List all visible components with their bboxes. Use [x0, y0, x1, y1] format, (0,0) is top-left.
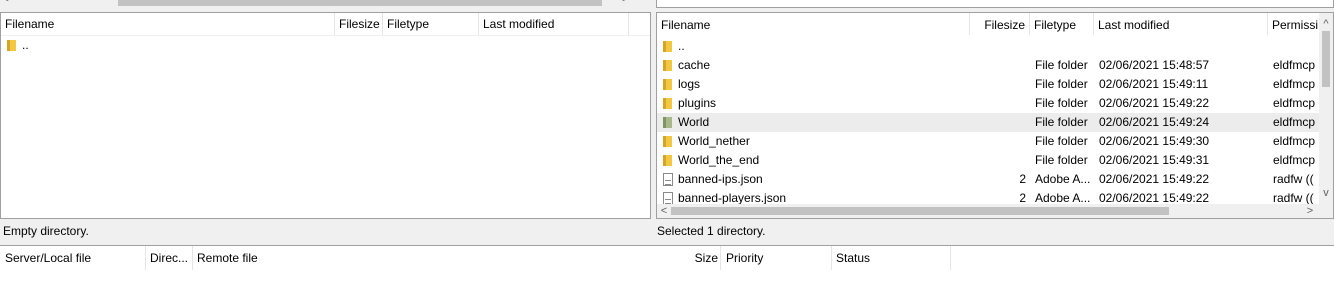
- file-permissions: eldfmcp: [1273, 77, 1316, 91]
- file-type: File folder: [1035, 134, 1088, 148]
- local-col-filetype[interactable]: Filetype: [383, 13, 479, 35]
- scroll-up-arrow-icon[interactable]: ^: [1319, 17, 1333, 31]
- folder-icon: [663, 60, 672, 71]
- local-col-filename[interactable]: Filename: [1, 13, 335, 35]
- folder-icon: [663, 41, 672, 52]
- file-modified: 02/06/2021 15:49:22: [1099, 96, 1210, 110]
- scroll-left-arrow-icon[interactable]: <: [3, 0, 9, 5]
- list-item[interactable]: cache File folder 02/06/2021 15:48:57 el…: [657, 56, 1319, 75]
- list-item[interactable]: banned-ips.json 2 Adobe A... 02/06/2021 …: [657, 170, 1319, 189]
- scrollbar-thumb[interactable]: [1322, 31, 1330, 87]
- scroll-down-arrow-icon[interactable]: v: [1319, 186, 1333, 200]
- local-tree-horizontal-scrollbar[interactable]: < >: [0, 0, 640, 8]
- remote-horizontal-scrollbar[interactable]: < >: [657, 204, 1319, 218]
- file-permissions: eldfmcp: [1273, 58, 1316, 72]
- file-name: ..: [22, 38, 29, 52]
- file-type: File folder: [1035, 77, 1088, 91]
- remote-col-filesize[interactable]: Filesize: [970, 13, 1030, 35]
- folder-icon: [663, 79, 672, 90]
- file-type: File folder: [1035, 58, 1088, 72]
- file-permissions: radfw ((: [1273, 172, 1314, 186]
- file-type: File folder: [1035, 96, 1088, 110]
- local-file-list[interactable]: Filename Filesize Filetype Last modified…: [0, 12, 651, 219]
- file-name: banned-ips.json: [678, 172, 763, 186]
- file-permissions: eldfmcp: [1273, 96, 1316, 110]
- remote-tree-bottom-edge: [656, 0, 1334, 8]
- file-modified: 02/06/2021 15:48:57: [1099, 58, 1210, 72]
- remote-vertical-scrollbar[interactable]: ^ v: [1319, 13, 1333, 204]
- local-col-filesize[interactable]: Filesize: [335, 13, 383, 35]
- file-permissions: eldfmcp: [1273, 115, 1316, 129]
- sort-indicator-icon: ^: [795, 12, 800, 19]
- transfer-queue[interactable]: Server/Local file Direc... Remote file S…: [0, 245, 1334, 284]
- remote-status-bar: Selected 1 directory.: [654, 219, 1334, 243]
- scrollbar-thumb[interactable]: [671, 207, 1169, 215]
- file-type: File folder: [1035, 115, 1088, 129]
- list-item[interactable]: World_nether File folder 02/06/2021 15:4…: [657, 132, 1319, 151]
- file-name: ..: [678, 39, 685, 53]
- scrollbar-thumb[interactable]: [118, 0, 602, 6]
- queue-col-size[interactable]: Size: [680, 246, 722, 270]
- file-permissions: eldfmcp: [1273, 134, 1316, 148]
- scroll-right-arrow-icon[interactable]: >: [622, 0, 628, 5]
- queue-col-direction[interactable]: Direc...: [146, 246, 193, 270]
- scrollbar-corner: [1319, 204, 1333, 218]
- queue-header: Server/Local file Direc... Remote file S…: [0, 246, 1334, 270]
- queue-col-server-local-file[interactable]: Server/Local file: [0, 246, 146, 270]
- sort-indicator-icon: ^: [549, 12, 554, 18]
- remote-list-header: Filename ^ Filesize Filetype Last modifi…: [657, 13, 1319, 36]
- list-item-selected[interactable]: World File folder 02/06/2021 15:49:24 el…: [657, 113, 1319, 132]
- remote-file-list[interactable]: Filename ^ Filesize Filetype Last modifi…: [656, 12, 1334, 219]
- queue-col-remote-file[interactable]: Remote file: [193, 246, 721, 270]
- list-item[interactable]: World_the_end File folder 02/06/2021 15:…: [657, 151, 1319, 170]
- file-name: plugins: [678, 96, 717, 110]
- file-name: logs: [678, 77, 701, 91]
- file-name: World_the_end: [678, 153, 760, 167]
- file-modified: 02/06/2021 15:49:30: [1099, 134, 1210, 148]
- file-name: World: [678, 115, 710, 129]
- list-item[interactable]: ..: [657, 37, 1319, 56]
- file-permissions: eldfmcp: [1273, 153, 1316, 167]
- remote-col-filename[interactable]: Filename: [657, 13, 970, 35]
- scroll-right-arrow-icon[interactable]: >: [1303, 204, 1317, 218]
- queue-col-status[interactable]: Status: [832, 246, 951, 270]
- file-name: World_nether: [678, 134, 750, 148]
- folder-icon: [663, 98, 672, 109]
- folder-icon: [663, 117, 672, 128]
- remote-col-last-modified[interactable]: Last modified: [1094, 13, 1268, 35]
- file-type: File folder: [1035, 153, 1088, 167]
- remote-col-filetype[interactable]: Filetype: [1030, 13, 1094, 35]
- local-list-header: Filename Filesize Filetype Last modified…: [1, 12, 650, 36]
- folder-icon: [7, 40, 16, 51]
- list-item[interactable]: ..: [1, 36, 650, 55]
- file-modified: 02/06/2021 15:49:11: [1099, 77, 1209, 91]
- local-status-bar: Empty directory.: [0, 219, 654, 243]
- file-size: 2: [1019, 172, 1026, 186]
- scroll-left-arrow-icon[interactable]: <: [657, 204, 671, 218]
- file-modified: 02/06/2021 15:49:22: [1099, 172, 1210, 186]
- remote-col-permissions[interactable]: Permissi: [1268, 13, 1319, 35]
- queue-col-priority[interactable]: Priority: [722, 246, 832, 270]
- folder-icon: [663, 136, 672, 147]
- file-icon: [663, 173, 673, 186]
- folder-icon: [663, 155, 672, 166]
- list-item[interactable]: logs File folder 02/06/2021 15:49:11 eld…: [657, 75, 1319, 94]
- file-modified: 02/06/2021 15:49:31: [1099, 153, 1210, 167]
- file-type: Adobe A...: [1035, 172, 1091, 186]
- local-col-last-modified[interactable]: Last modified: [479, 13, 629, 35]
- list-item[interactable]: plugins File folder 02/06/2021 15:49:22 …: [657, 94, 1319, 113]
- file-name: cache: [678, 58, 711, 72]
- file-modified: 02/06/2021 15:49:24: [1099, 115, 1210, 129]
